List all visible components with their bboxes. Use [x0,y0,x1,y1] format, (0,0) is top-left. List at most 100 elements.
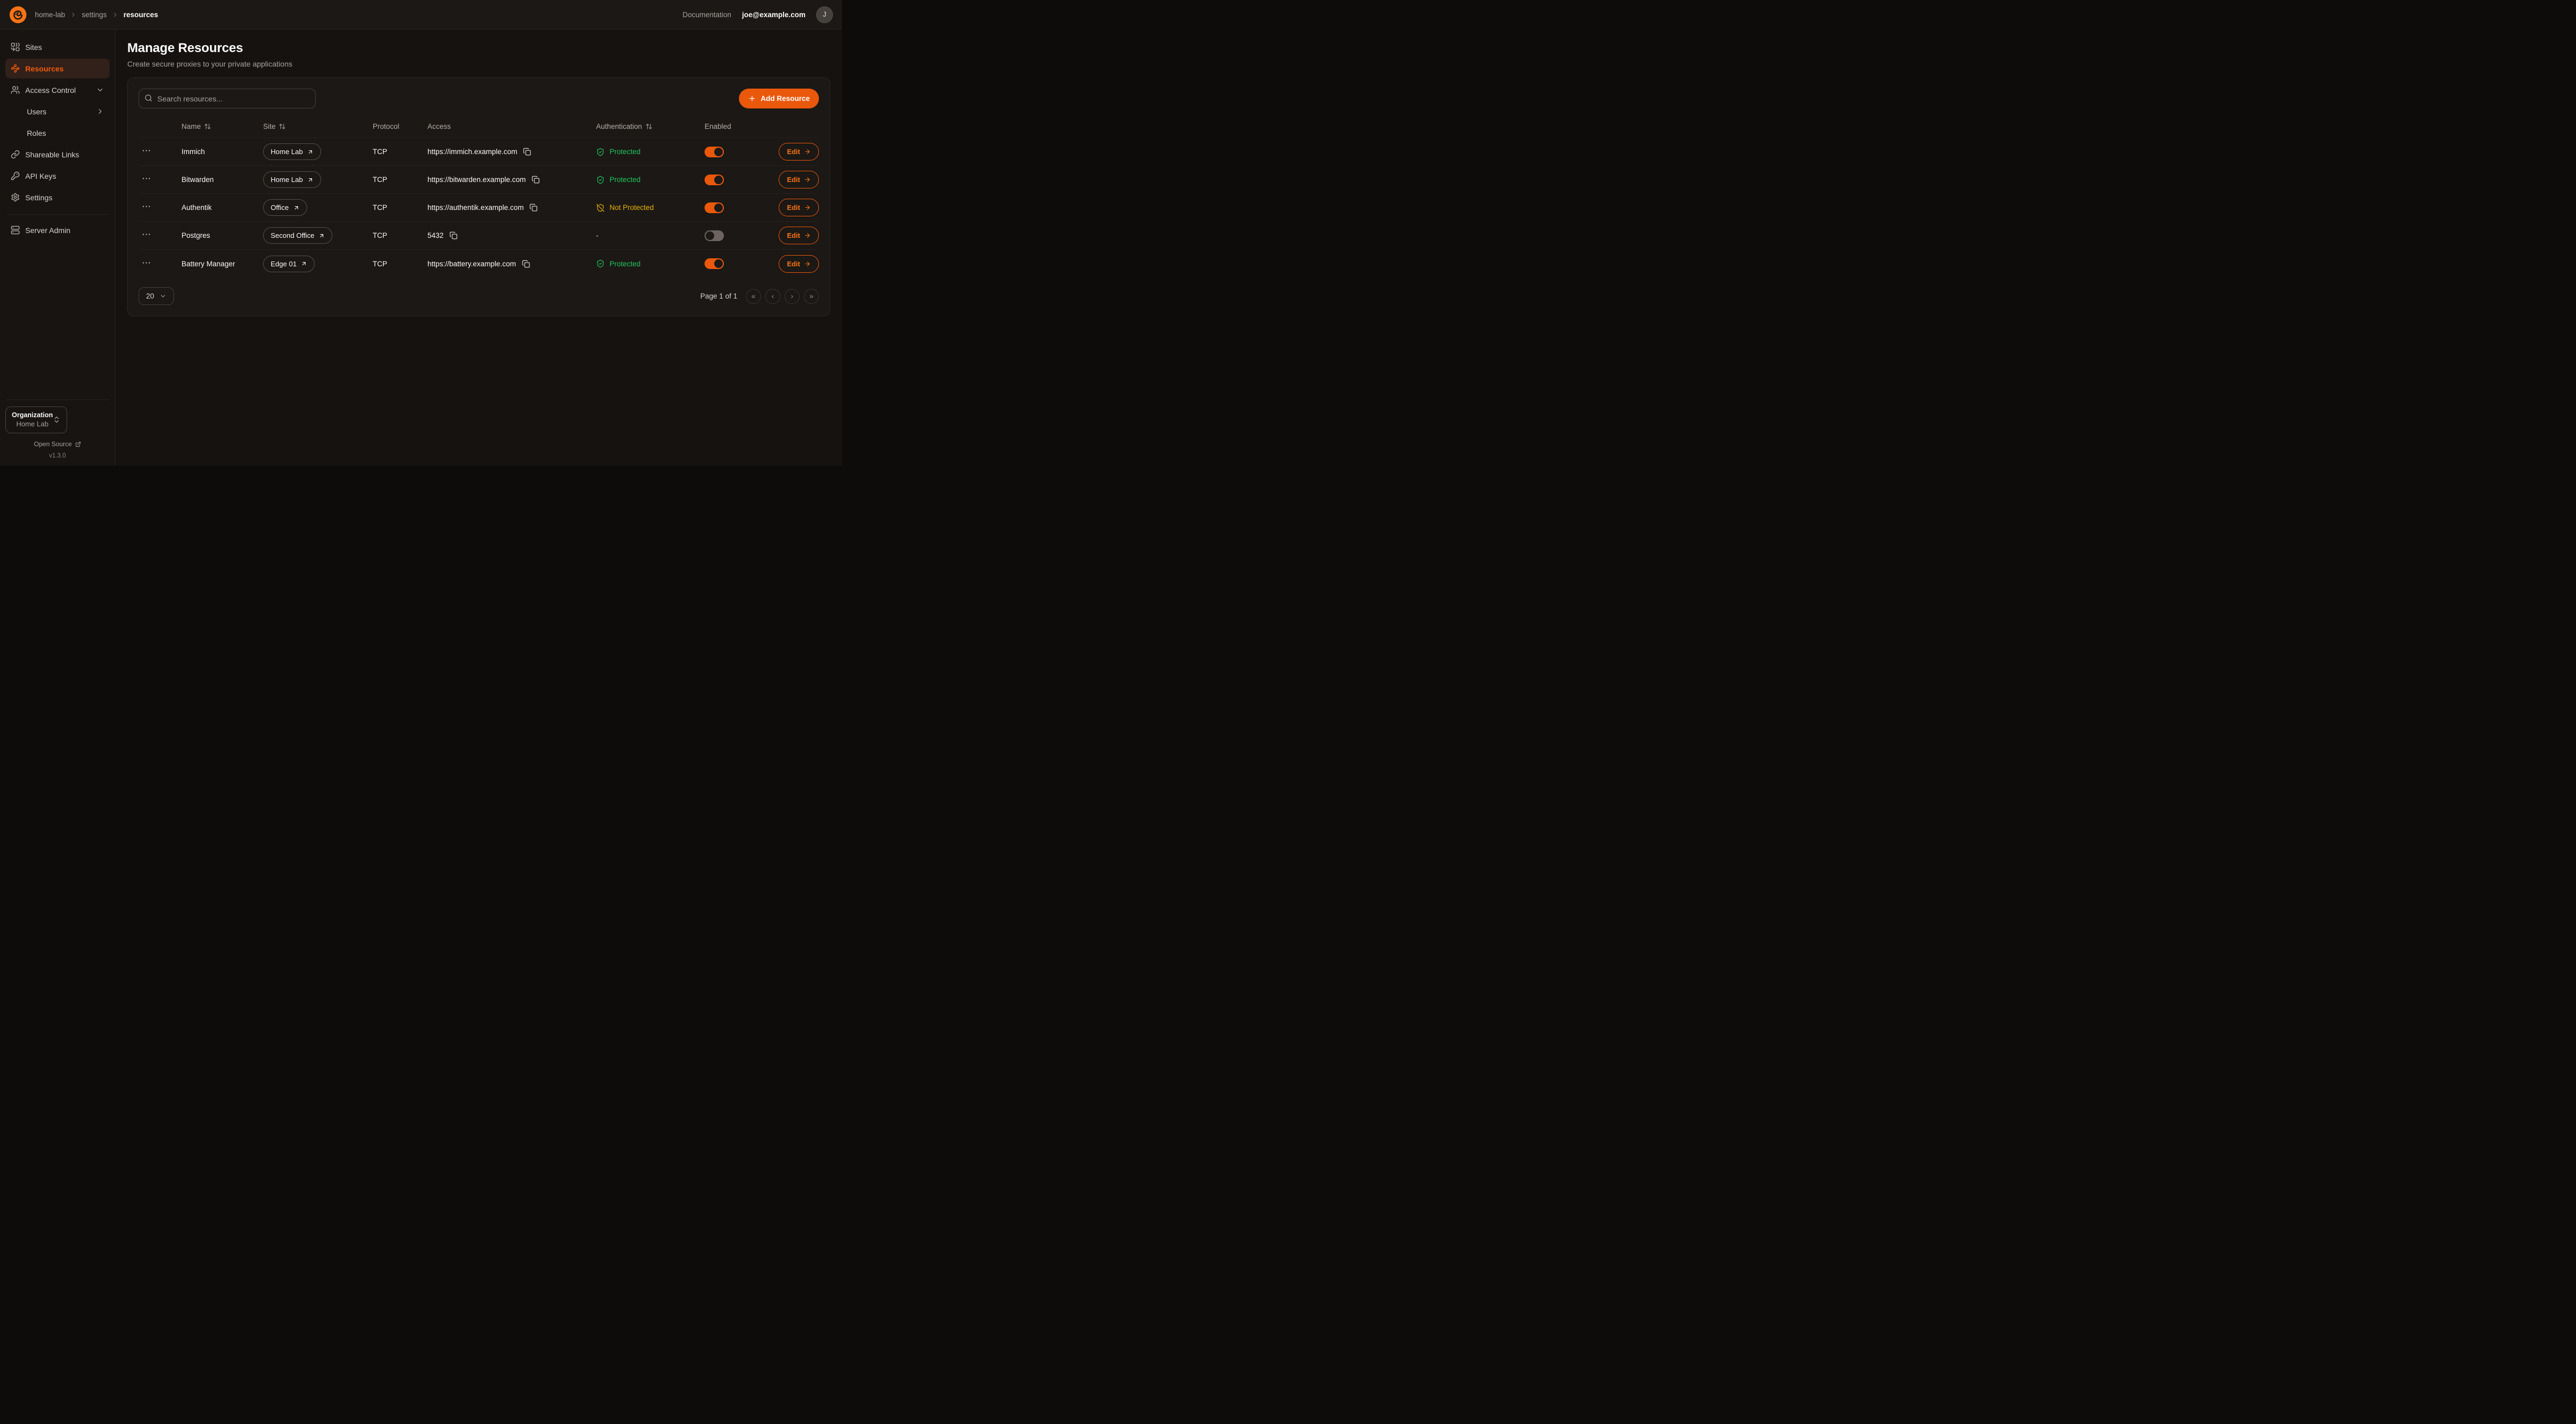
breadcrumb-org[interactable]: home-lab [35,11,65,19]
enabled-toggle[interactable] [705,230,724,241]
row-menu-button[interactable]: ⋯ [139,173,155,186]
arrow-right-icon [804,260,811,267]
arrow-right-icon [804,204,811,211]
row-menu-cell: ⋯ [139,145,182,158]
sidebar-item-users[interactable]: Users [5,101,110,121]
edit-button[interactable]: Edit [779,227,819,244]
sidebar-item-settings[interactable]: Settings [5,187,110,207]
last-page-button[interactable]: » [804,289,819,304]
column-authentication[interactable]: Authentication [596,122,705,130]
breadcrumb-settings[interactable]: settings [82,11,107,19]
resource-name: Bitwarden [182,176,263,184]
resource-protocol: TCP [373,176,427,184]
organization-selector[interactable]: Organization Home Lab [5,406,67,433]
arrow-up-right-icon [301,260,307,267]
edit-button[interactable]: Edit [779,255,819,273]
open-source-label: Open Source [34,440,72,448]
sidebar-item-label: Sites [25,43,42,52]
sidebar-item-label: Roles [27,129,46,137]
sort-icon [645,123,652,130]
auth-badge: Protected [596,176,641,184]
enabled-toggle[interactable] [705,258,724,269]
enabled-toggle[interactable] [705,175,724,185]
documentation-link[interactable]: Documentation [683,11,731,19]
enabled-cell [705,258,780,269]
user-email[interactable]: joe@example.com [742,11,806,19]
column-label: Name [182,122,201,130]
sort-icon [204,123,211,130]
add-resource-button[interactable]: Add Resource [739,89,819,108]
auth-label: Protected [609,148,641,156]
row-menu-button[interactable]: ⋯ [139,145,155,158]
chevron-right-icon [96,107,104,115]
sidebar-item-sites[interactable]: Sites [5,37,110,57]
resource-access: 5432 [427,231,444,239]
enabled-toggle[interactable] [705,202,724,213]
avatar[interactable]: J [816,6,833,23]
copy-button[interactable] [449,231,458,239]
page-size-value: 20 [146,292,154,300]
site-link-button[interactable]: Edge 01 [263,256,315,272]
edit-button[interactable]: Edit [779,199,819,216]
row-menu-cell: ⋯ [139,173,182,186]
server-icon [11,226,20,235]
site-link-button[interactable]: Office [263,199,307,216]
resource-access: https://battery.example.com [427,260,516,268]
row-menu-button[interactable]: ⋯ [139,229,155,242]
edit-cell: Edit [780,227,819,244]
search-input[interactable] [139,89,316,108]
avatar-initial: J [823,11,826,18]
site-link-button[interactable]: Home Lab [263,171,321,188]
sidebar-item-server-admin[interactable]: Server Admin [5,220,110,240]
edit-label: Edit [787,204,800,212]
enabled-toggle[interactable] [705,147,724,157]
site-name: Edge 01 [271,260,296,268]
version-label: v1.3.0 [5,453,110,459]
auth-badge: Protected [596,259,641,268]
row-menu-button[interactable]: ⋯ [139,201,155,214]
sort-icon [279,123,286,130]
shield-off-icon [596,204,605,212]
edit-button[interactable]: Edit [779,171,819,188]
chevron-right-icon [112,11,119,18]
site-link-button[interactable]: Home Lab [263,143,321,160]
copy-button[interactable] [522,260,530,268]
resource-access: https://immich.example.com [427,148,517,156]
copy-button[interactable] [529,204,538,212]
key-icon [11,171,20,180]
sidebar-item-access-control[interactable]: Access Control [5,80,110,100]
next-page-button[interactable]: › [785,289,800,304]
pagination: 20 Page 1 of 1 « ‹ › » [139,287,819,305]
sidebar-item-shareable-links[interactable]: Shareable Links [5,144,110,164]
access-cell: https://bitwarden.example.com [427,176,596,184]
sidebar-item-api-keys[interactable]: API Keys [5,166,110,186]
open-source-link[interactable]: Open Source [5,440,110,448]
sidebar-item-resources[interactable]: Resources [5,59,110,78]
column-label: Site [263,122,275,130]
sidebar-item-label: Access Control [25,86,76,95]
organization-value: Home Lab [12,419,53,429]
copy-button[interactable] [523,148,531,156]
breadcrumb-resources[interactable]: resources [124,11,158,19]
column-label: Enabled [705,122,731,130]
access-cell: https://immich.example.com [427,148,596,156]
sidebar-item-label: Server Admin [25,226,70,235]
previous-page-button[interactable]: ‹ [765,289,780,304]
resource-name: Postgres [182,231,263,239]
access-cell: https://authentik.example.com [427,204,596,212]
authentication-cell: Protected [596,148,705,156]
copy-button[interactable] [532,176,540,184]
row-menu-button[interactable]: ⋯ [139,257,155,271]
arrow-right-icon [804,232,811,239]
authentication-cell: Protected [596,176,705,184]
enabled-cell [705,202,780,213]
column-site[interactable]: Site [263,122,373,130]
resource-name: Authentik [182,204,263,212]
column-name[interactable]: Name [182,122,263,130]
edit-button[interactable]: Edit [779,143,819,161]
page-size-select[interactable]: 20 [139,287,174,305]
sidebar-item-roles[interactable]: Roles [5,123,110,143]
edit-label: Edit [787,148,800,156]
first-page-button[interactable]: « [746,289,761,304]
site-link-button[interactable]: Second Office [263,227,332,244]
